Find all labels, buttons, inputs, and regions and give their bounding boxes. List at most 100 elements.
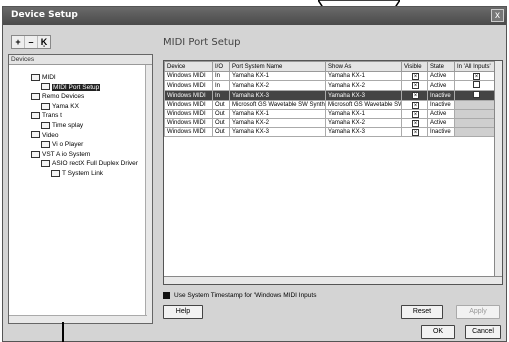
cell-port: Yamaha KX-1 (229, 109, 326, 119)
visible-checkbox[interactable]: × (412, 101, 419, 109)
cell-port: Yamaha KX-1 (229, 71, 326, 81)
cell-state: Inactive (427, 127, 455, 137)
tree-item[interactable]: Time splay (41, 121, 83, 130)
device-setup-window: Device Setup x + – Ķ Devices MIDI MIDI Po… (2, 6, 507, 342)
cell-device: Windows MIDI (164, 100, 213, 110)
reset-device-button[interactable]: Ķ (38, 36, 50, 48)
column-header[interactable]: Device (164, 61, 213, 72)
cell-state: Inactive (427, 100, 455, 110)
title-bar[interactable]: Device Setup x (3, 7, 506, 25)
timestamp-option[interactable]: Use System Timestamp for 'Windows MIDI I… (163, 292, 316, 299)
visible-checkbox[interactable]: × (412, 92, 419, 99)
window-title: Device Setup (11, 10, 78, 20)
cell-io: Out (212, 109, 230, 119)
visible-checkbox[interactable]: × (412, 119, 419, 127)
table-header-row: Device I/O Port System Name Show As Visible S… (164, 61, 497, 72)
table-row[interactable]: Windows MIDI Out Yamaha KX-1 Yamaha KX-1 × Ac… (164, 109, 497, 119)
table-horizontal-scrollbar[interactable] (164, 276, 502, 284)
apply-button[interactable]: Apply (456, 305, 500, 319)
cancel-button[interactable]: Cancel (465, 325, 501, 339)
visible-checkbox[interactable]: × (412, 72, 419, 80)
cell-io: Out (212, 127, 230, 137)
tree-item[interactable]: T System Link (51, 169, 103, 178)
folder-icon (41, 83, 50, 91)
tree-item[interactable]: VST A io System (31, 150, 90, 159)
column-header[interactable]: Show As (325, 61, 402, 72)
tree-item[interactable]: Video (31, 131, 59, 140)
column-header[interactable]: Visible (401, 61, 428, 72)
column-header[interactable]: In 'All Inputs' (454, 61, 497, 72)
device-toolbar: + – Ķ (11, 35, 51, 49)
all-inputs-checkbox[interactable] (473, 81, 480, 88)
add-device-button[interactable]: + (12, 36, 25, 48)
tree-item-label: Time splay (52, 122, 84, 129)
cell-io: In (212, 80, 230, 91)
cell-device: Windows MIDI (164, 127, 213, 137)
column-header[interactable]: Port System Name (229, 61, 326, 72)
devices-header: Devices (9, 55, 152, 65)
cell-show[interactable]: Yamaha KX-3 (325, 90, 402, 101)
cell-device: Windows MIDI (164, 80, 213, 91)
timestamp-label: Use System Timestamp for 'Windows MIDI I… (174, 292, 317, 299)
cell-show[interactable]: Yamaha KX-3 (325, 127, 402, 137)
cell-port: Yamaha KX-2 (229, 80, 326, 91)
cell-show[interactable]: Microsoft GS Wavetable SW (325, 100, 402, 110)
tree-item[interactable]: Yama KX (41, 102, 79, 111)
table-row[interactable]: Windows MIDI Out Microsoft GS Wavetable SW… (164, 100, 497, 110)
cell-all-inputs (454, 80, 497, 91)
tree-item-label: Video (42, 131, 59, 139)
section-title: MIDI Port Setup (163, 37, 241, 48)
cell-port: Yamaha KX-3 (229, 127, 326, 137)
table-vertical-scrollbar[interactable] (494, 61, 502, 277)
tree-item[interactable]: MIDI (31, 73, 56, 82)
tree-item[interactable]: Vi o Player (41, 140, 83, 149)
tree-item-label: Vi o Player (52, 141, 84, 149)
help-button[interactable]: Help (163, 305, 203, 319)
folder-icon (31, 73, 40, 81)
tree-item-label: Remo Devices (42, 93, 85, 101)
tree-item-label: MIDI (42, 74, 56, 81)
tree-item[interactable]: MIDI Port Setup (41, 83, 101, 92)
cell-port: Microsoft GS Wavetable SW Synth (229, 100, 326, 110)
cell-show[interactable]: Yamaha KX-2 (325, 118, 402, 128)
cell-visible: × (401, 71, 428, 81)
table-row[interactable]: Windows MIDI In Yamaha KX-3 Yamaha KX-3 × Ina… (164, 90, 497, 101)
table-row[interactable]: Windows MIDI Out Yamaha KX-2 Yamaha KX-2 × Ac… (164, 118, 497, 128)
cell-show[interactable]: Yamaha KX-1 (325, 109, 402, 119)
devices-horizontal-scrollbar[interactable] (9, 315, 147, 323)
cell-io: In (212, 71, 230, 81)
tree-item[interactable]: ASIO rectX Full Duplex Driver (41, 159, 138, 168)
cell-all-inputs (454, 109, 497, 119)
cell-state: Active (427, 71, 455, 81)
cell-all-inputs (454, 90, 497, 101)
close-icon[interactable]: x (491, 9, 504, 22)
tree-item-label: T System Link (62, 170, 104, 177)
visible-checkbox[interactable]: × (412, 82, 419, 89)
cell-show[interactable]: Yamaha KX-2 (325, 80, 402, 91)
table-row[interactable]: Windows MIDI In Yamaha KX-2 Yamaha KX-2 × Act… (164, 80, 497, 91)
column-header[interactable]: I/O (212, 61, 230, 72)
tree-item[interactable]: Trans t (31, 111, 62, 120)
tree-item[interactable]: Remo Devices (31, 92, 84, 101)
tree-item-label: ASIO rectX Full Duplex Driver (52, 160, 138, 168)
table-row[interactable]: Windows MIDI In Yamaha KX-1 Yamaha KX-1 × Act… (164, 71, 497, 81)
devices-vertical-scrollbar[interactable] (145, 65, 152, 323)
cell-show[interactable]: Yamaha KX-1 (325, 71, 402, 81)
cell-visible: × (401, 109, 428, 119)
table-row[interactable]: Windows MIDI Out Yamaha KX-3 Yamaha KX-3 × In… (164, 127, 497, 137)
timestamp-checkbox[interactable] (163, 292, 170, 299)
reset-button[interactable]: Reset (401, 305, 443, 319)
cell-io: Out (212, 118, 230, 128)
visible-checkbox[interactable]: × (412, 110, 419, 118)
cell-all-inputs (454, 118, 497, 128)
remove-device-button[interactable]: – (25, 36, 38, 48)
all-inputs-checkbox[interactable]: × (473, 72, 480, 80)
ok-button[interactable]: OK (421, 325, 455, 339)
cell-visible: × (401, 100, 428, 110)
all-inputs-checkbox[interactable] (473, 91, 480, 98)
cell-all-inputs: × (454, 71, 497, 81)
visible-checkbox[interactable]: × (412, 128, 419, 136)
column-header[interactable]: State (427, 61, 455, 72)
cell-device: Windows MIDI (164, 109, 213, 119)
port-table: Device I/O Port System Name Show As Visible S… (163, 60, 503, 285)
